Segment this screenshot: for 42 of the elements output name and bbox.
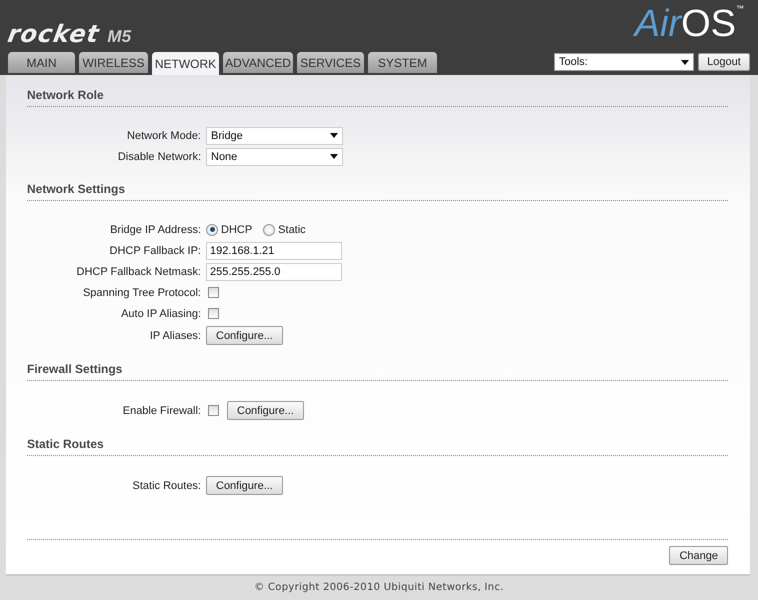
field-label: Auto IP Aliasing:	[120, 308, 201, 320]
field-label: DHCP Fallback IP:	[108, 244, 201, 256]
section-heading: Network Role	[27, 87, 728, 107]
input-field[interactable]: 192.168.1.21	[206, 242, 342, 260]
nav-tab[interactable]: WIRELESS	[79, 52, 148, 73]
product-logo: rocket	[6, 20, 102, 48]
model-label: M5	[107, 27, 132, 47]
field-label: Static Routes:	[132, 480, 201, 492]
nav-tab[interactable]: SERVICES	[297, 52, 364, 73]
input-field[interactable]: 255.255.255.0	[206, 262, 342, 280]
configure-button[interactable]: Configure...	[206, 476, 283, 495]
field-label: Spanning Tree Protocol:	[82, 286, 201, 298]
caret-icon	[330, 133, 338, 138]
field-label: Enable Firewall:	[122, 404, 201, 416]
dropdown[interactable]: Bridge	[206, 126, 343, 144]
field-label: Disable Network:	[116, 150, 201, 162]
radio-option[interactable]: DHCP	[206, 224, 252, 236]
field-label: DHCP Fallback Netmask:	[76, 266, 201, 278]
checkbox[interactable]	[208, 405, 219, 416]
tools-dropdown[interactable]: Tools:	[554, 53, 694, 71]
logout-button[interactable]: Logout	[698, 53, 750, 71]
configure-button[interactable]: Configure...	[227, 401, 304, 420]
section-heading: Static Routes	[27, 436, 728, 456]
section-heading: Firewall Settings	[27, 361, 728, 381]
nav-tab[interactable]: NETWORK	[152, 52, 219, 75]
checkbox[interactable]	[208, 308, 219, 319]
field-label: Network Mode:	[126, 130, 201, 142]
field-label: Bridge IP Address:	[109, 224, 201, 236]
nav-tab[interactable]: ADVANCED	[223, 52, 293, 73]
configure-button[interactable]: Configure...	[206, 326, 283, 345]
checkbox[interactable]	[208, 287, 219, 298]
dropdown[interactable]: None	[206, 148, 343, 166]
radio-option[interactable]: Static	[263, 224, 306, 236]
nav-tab[interactable]: SYSTEM	[368, 52, 437, 73]
change-button[interactable]: Change	[669, 546, 728, 565]
brand-logo: AirOS™	[634, 4, 744, 44]
copyright-text: © Copyright 2006-2010 Ubiquiti Networks, Inc.	[254, 582, 504, 592]
caret-icon	[681, 60, 689, 64]
section-heading: Network Settings	[27, 181, 728, 201]
nav-tab[interactable]: MAIN	[8, 52, 75, 73]
caret-icon	[330, 154, 338, 159]
field-label: IP Aliases:	[148, 330, 201, 342]
